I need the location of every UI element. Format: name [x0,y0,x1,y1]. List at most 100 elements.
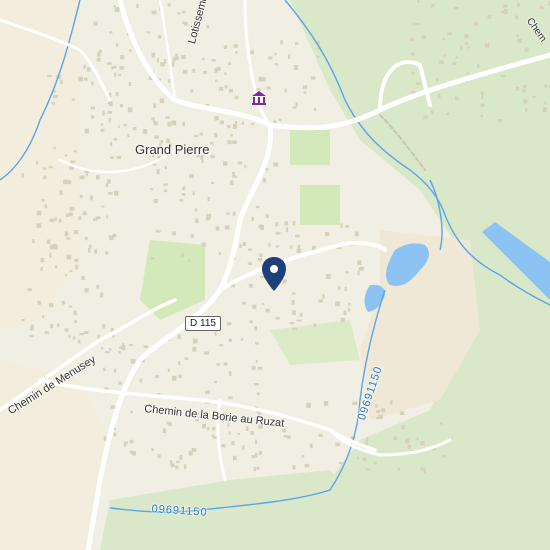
museum-icon[interactable] [250,89,268,107]
building [306,402,311,408]
building [206,427,210,430]
building [181,54,186,60]
building [309,443,313,449]
building [178,374,182,379]
location-pin-icon[interactable] [262,257,286,291]
building [94,249,98,254]
building [224,72,227,76]
building [430,110,433,115]
building [247,248,252,251]
building [79,175,85,180]
building [156,58,159,63]
building [37,210,42,215]
building [189,174,194,179]
building [274,52,277,56]
building [206,213,212,219]
building [420,440,425,446]
building [273,162,278,167]
building [113,368,117,373]
building [292,310,296,315]
building [297,244,301,250]
building [51,102,56,105]
building [402,426,406,430]
building [216,66,221,71]
building [214,331,217,337]
building [228,88,233,93]
building [244,164,247,169]
building [256,466,260,470]
building [226,322,232,326]
building [265,214,269,219]
building [49,252,52,258]
building [153,103,157,109]
building [251,122,254,126]
building [295,42,299,46]
building [52,243,57,249]
building [44,331,49,335]
building [111,66,114,70]
building [40,267,43,271]
building [280,40,283,45]
forest-south [100,470,360,550]
building [412,22,416,26]
park-1 [290,130,330,165]
building [54,217,57,221]
building [227,125,231,129]
building [219,344,224,347]
building [53,146,56,149]
building [84,128,89,134]
building [223,362,228,366]
park-3 [140,240,205,320]
map-canvas[interactable]: Grand Pierre Lotissement de Piro D 115 C… [0,0,550,550]
building [378,414,383,419]
building [515,15,518,20]
building [192,338,196,342]
building [284,88,287,93]
building [258,76,263,82]
building [97,51,101,57]
building [365,440,368,445]
building [345,225,350,228]
building [206,390,210,394]
building [199,132,203,136]
building [356,456,359,460]
building [29,326,34,331]
building [497,119,503,123]
building [178,361,181,366]
building [255,439,258,445]
building [255,341,259,345]
building [446,112,450,115]
building [43,175,47,180]
building [289,245,293,249]
building [365,468,371,471]
building [110,156,114,159]
building [68,335,71,338]
building [162,428,166,434]
building [252,304,257,309]
building [84,237,88,241]
building [247,262,253,265]
building [256,392,260,396]
building [214,116,219,121]
building [257,366,263,370]
building [215,226,220,231]
building [172,61,175,67]
building [105,182,109,187]
building [343,310,347,315]
building [56,323,60,327]
building [84,288,89,293]
building [365,437,369,441]
building [153,120,157,124]
building [119,66,124,70]
building [417,0,420,3]
building [325,274,331,279]
building [170,460,173,465]
building [192,340,197,344]
road-east-d115 [218,240,387,292]
building [151,10,157,15]
building [464,41,468,46]
building [362,457,367,462]
building [139,378,143,383]
building [516,34,519,38]
building [114,72,117,77]
